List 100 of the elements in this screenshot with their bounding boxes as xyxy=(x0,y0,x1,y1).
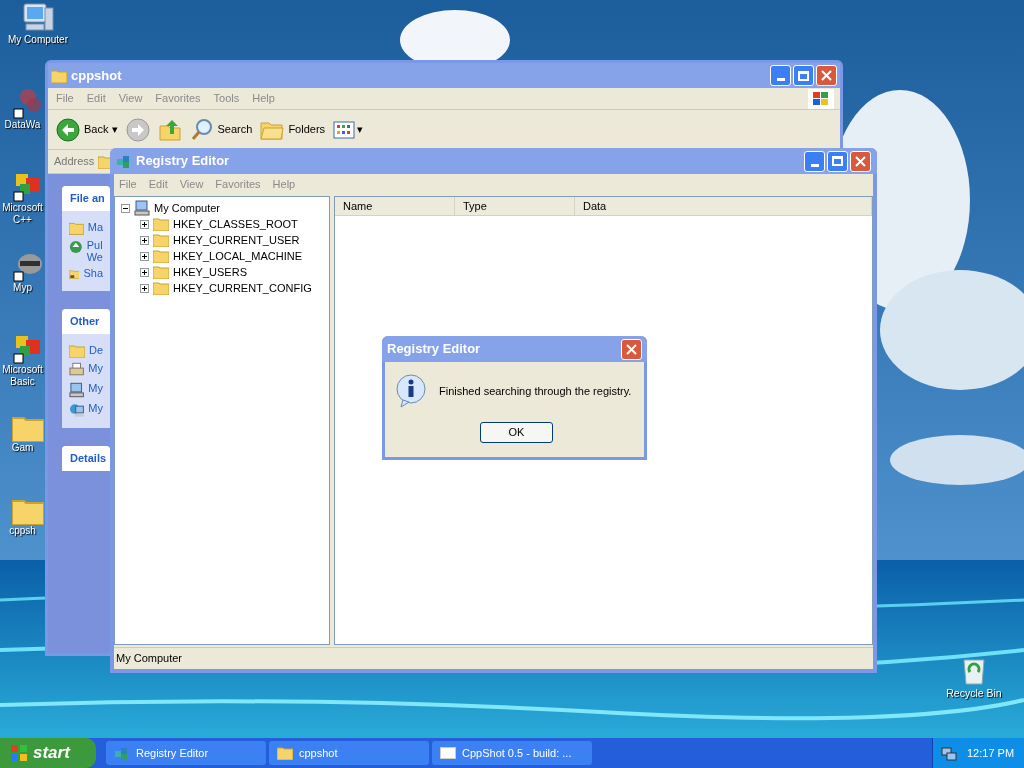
recycle-bin-icon xyxy=(960,656,988,686)
close-icon xyxy=(855,155,866,167)
folder-icon xyxy=(153,281,169,295)
task-link[interactable]: Pul We xyxy=(86,239,103,263)
maximize-button[interactable] xyxy=(793,65,814,86)
menu-item[interactable]: Tools xyxy=(213,90,240,107)
desktop-icon-label[interactable]: Microsoft C++ xyxy=(2,202,43,226)
column-header[interactable]: Type xyxy=(455,197,575,215)
desktop-icon-label[interactable]: Myp xyxy=(13,282,32,294)
network-tray-icon[interactable] xyxy=(941,745,957,761)
folder-icon xyxy=(51,68,67,83)
expand-toggle[interactable] xyxy=(140,251,149,261)
menu-item[interactable]: View xyxy=(118,90,143,107)
task-link[interactable]: My xyxy=(88,362,103,374)
tree-item[interactable]: HKEY_LOCAL_MACHINE xyxy=(173,247,302,265)
cubes-icon xyxy=(116,153,132,169)
desktop-icon-label[interactable]: Gam xyxy=(11,442,34,454)
task-link[interactable]: Sha xyxy=(83,267,103,279)
task-link[interactable]: My xyxy=(88,382,103,394)
expand-toggle[interactable] xyxy=(140,235,149,245)
window-icon xyxy=(440,747,456,759)
column-header[interactable]: Name xyxy=(335,197,455,215)
toolbar-button[interactable]: Search xyxy=(189,117,253,142)
ok-button[interactable]: OK xyxy=(480,422,553,443)
printer-icon xyxy=(69,362,85,378)
dialog-title: Registry Editor xyxy=(387,340,482,359)
expand-toggle[interactable] xyxy=(140,219,149,229)
folder-icon xyxy=(153,265,169,279)
folder-icon xyxy=(12,497,44,525)
close-icon xyxy=(821,70,832,81)
folder-icon xyxy=(153,249,169,263)
close-button[interactable] xyxy=(850,150,871,172)
collapse-toggle[interactable] xyxy=(121,203,130,213)
task-link[interactable]: De xyxy=(88,344,103,356)
computer-icon xyxy=(21,2,55,34)
windows-flag-icon xyxy=(808,88,834,109)
folder-icon xyxy=(69,344,85,358)
column-header[interactable]: Data xyxy=(575,197,872,215)
folder-icon xyxy=(153,217,169,231)
window-title: cppshot xyxy=(71,66,123,85)
clock: 12:17 PM xyxy=(967,745,1015,761)
menu-item[interactable]: Edit xyxy=(148,175,168,193)
close-button[interactable] xyxy=(816,65,837,86)
folder-icon xyxy=(277,746,293,760)
tree-item[interactable]: HKEY_CURRENT_CONFIG xyxy=(173,279,312,297)
folder-icon xyxy=(153,233,169,247)
minimize-button[interactable] xyxy=(770,65,791,86)
tree-item[interactable]: HKEY_CLASSES_ROOT xyxy=(173,215,298,233)
panel-header[interactable]: File an xyxy=(62,186,110,211)
computer-icon xyxy=(69,382,85,398)
menu-item[interactable]: File xyxy=(56,90,74,107)
desktop-icon-label[interactable]: My Computer xyxy=(8,34,68,46)
desktop-icon-label[interactable]: cppsh xyxy=(9,525,36,537)
windows-flag-icon xyxy=(10,744,28,762)
start-button[interactable]: start xyxy=(0,738,96,768)
menu-item[interactable]: Favorites xyxy=(215,175,261,193)
expand-toggle[interactable] xyxy=(140,283,149,293)
menu-item[interactable]: Help xyxy=(272,175,296,193)
panel-header[interactable]: Other xyxy=(62,309,110,334)
globe-icon xyxy=(69,239,83,255)
desktop-icon-label[interactable]: Recycle Bin xyxy=(946,686,1002,702)
toolbar-button[interactable]: Back ▾ xyxy=(56,117,118,142)
taskbar-button[interactable]: CppShot 0.5 - build: ... xyxy=(432,741,592,765)
menu-item[interactable]: Help xyxy=(252,90,275,107)
desktop-icon-label[interactable]: DataWa xyxy=(4,119,41,131)
minimize-button[interactable] xyxy=(804,150,825,172)
dotted-shortcut-icon xyxy=(12,87,44,119)
close-button[interactable] xyxy=(621,338,642,360)
toolbar-button[interactable]: ▾ xyxy=(333,120,364,139)
menu-item[interactable]: File xyxy=(119,175,137,193)
info-icon xyxy=(395,374,427,408)
network-computer-icon xyxy=(69,402,85,418)
menu-item[interactable]: View xyxy=(179,175,204,193)
taskbar-button[interactable]: Registry Editor xyxy=(106,741,266,765)
address-label: Address xyxy=(54,154,95,170)
shared-folder-icon xyxy=(69,267,80,281)
dialog-message: Finished searching through the registry. xyxy=(439,383,632,399)
taskbar-button[interactable]: cppshot xyxy=(269,741,429,765)
toolbar-button[interactable]: Folders xyxy=(260,118,326,141)
tree-item[interactable]: HKEY_CURRENT_USER xyxy=(173,231,300,249)
status-text: My Computer xyxy=(116,651,183,667)
maximize-button[interactable] xyxy=(827,150,848,172)
computer-icon xyxy=(134,200,150,216)
tree-item[interactable]: HKEY_USERS xyxy=(173,263,247,281)
folder-up-icon[interactable] xyxy=(157,117,182,142)
panel-header[interactable]: Details xyxy=(62,446,110,471)
folder-icon xyxy=(69,221,84,235)
task-link[interactable]: My xyxy=(88,402,103,414)
menu-item[interactable]: Favorites xyxy=(155,90,201,107)
task-link[interactable]: Ma xyxy=(87,221,103,233)
window-title: Registry Editor xyxy=(136,152,231,171)
expand-toggle[interactable] xyxy=(140,267,149,277)
tree-item[interactable]: My Computer xyxy=(154,199,221,217)
close-icon xyxy=(626,343,637,355)
menu-item[interactable]: Edit xyxy=(86,90,106,107)
search-icon xyxy=(189,117,214,142)
cubes-icon xyxy=(114,745,130,761)
desktop-icon-label[interactable]: Microsoft Basic xyxy=(2,364,43,388)
folder-icon xyxy=(12,414,44,442)
views-icon[interactable] xyxy=(333,120,356,139)
